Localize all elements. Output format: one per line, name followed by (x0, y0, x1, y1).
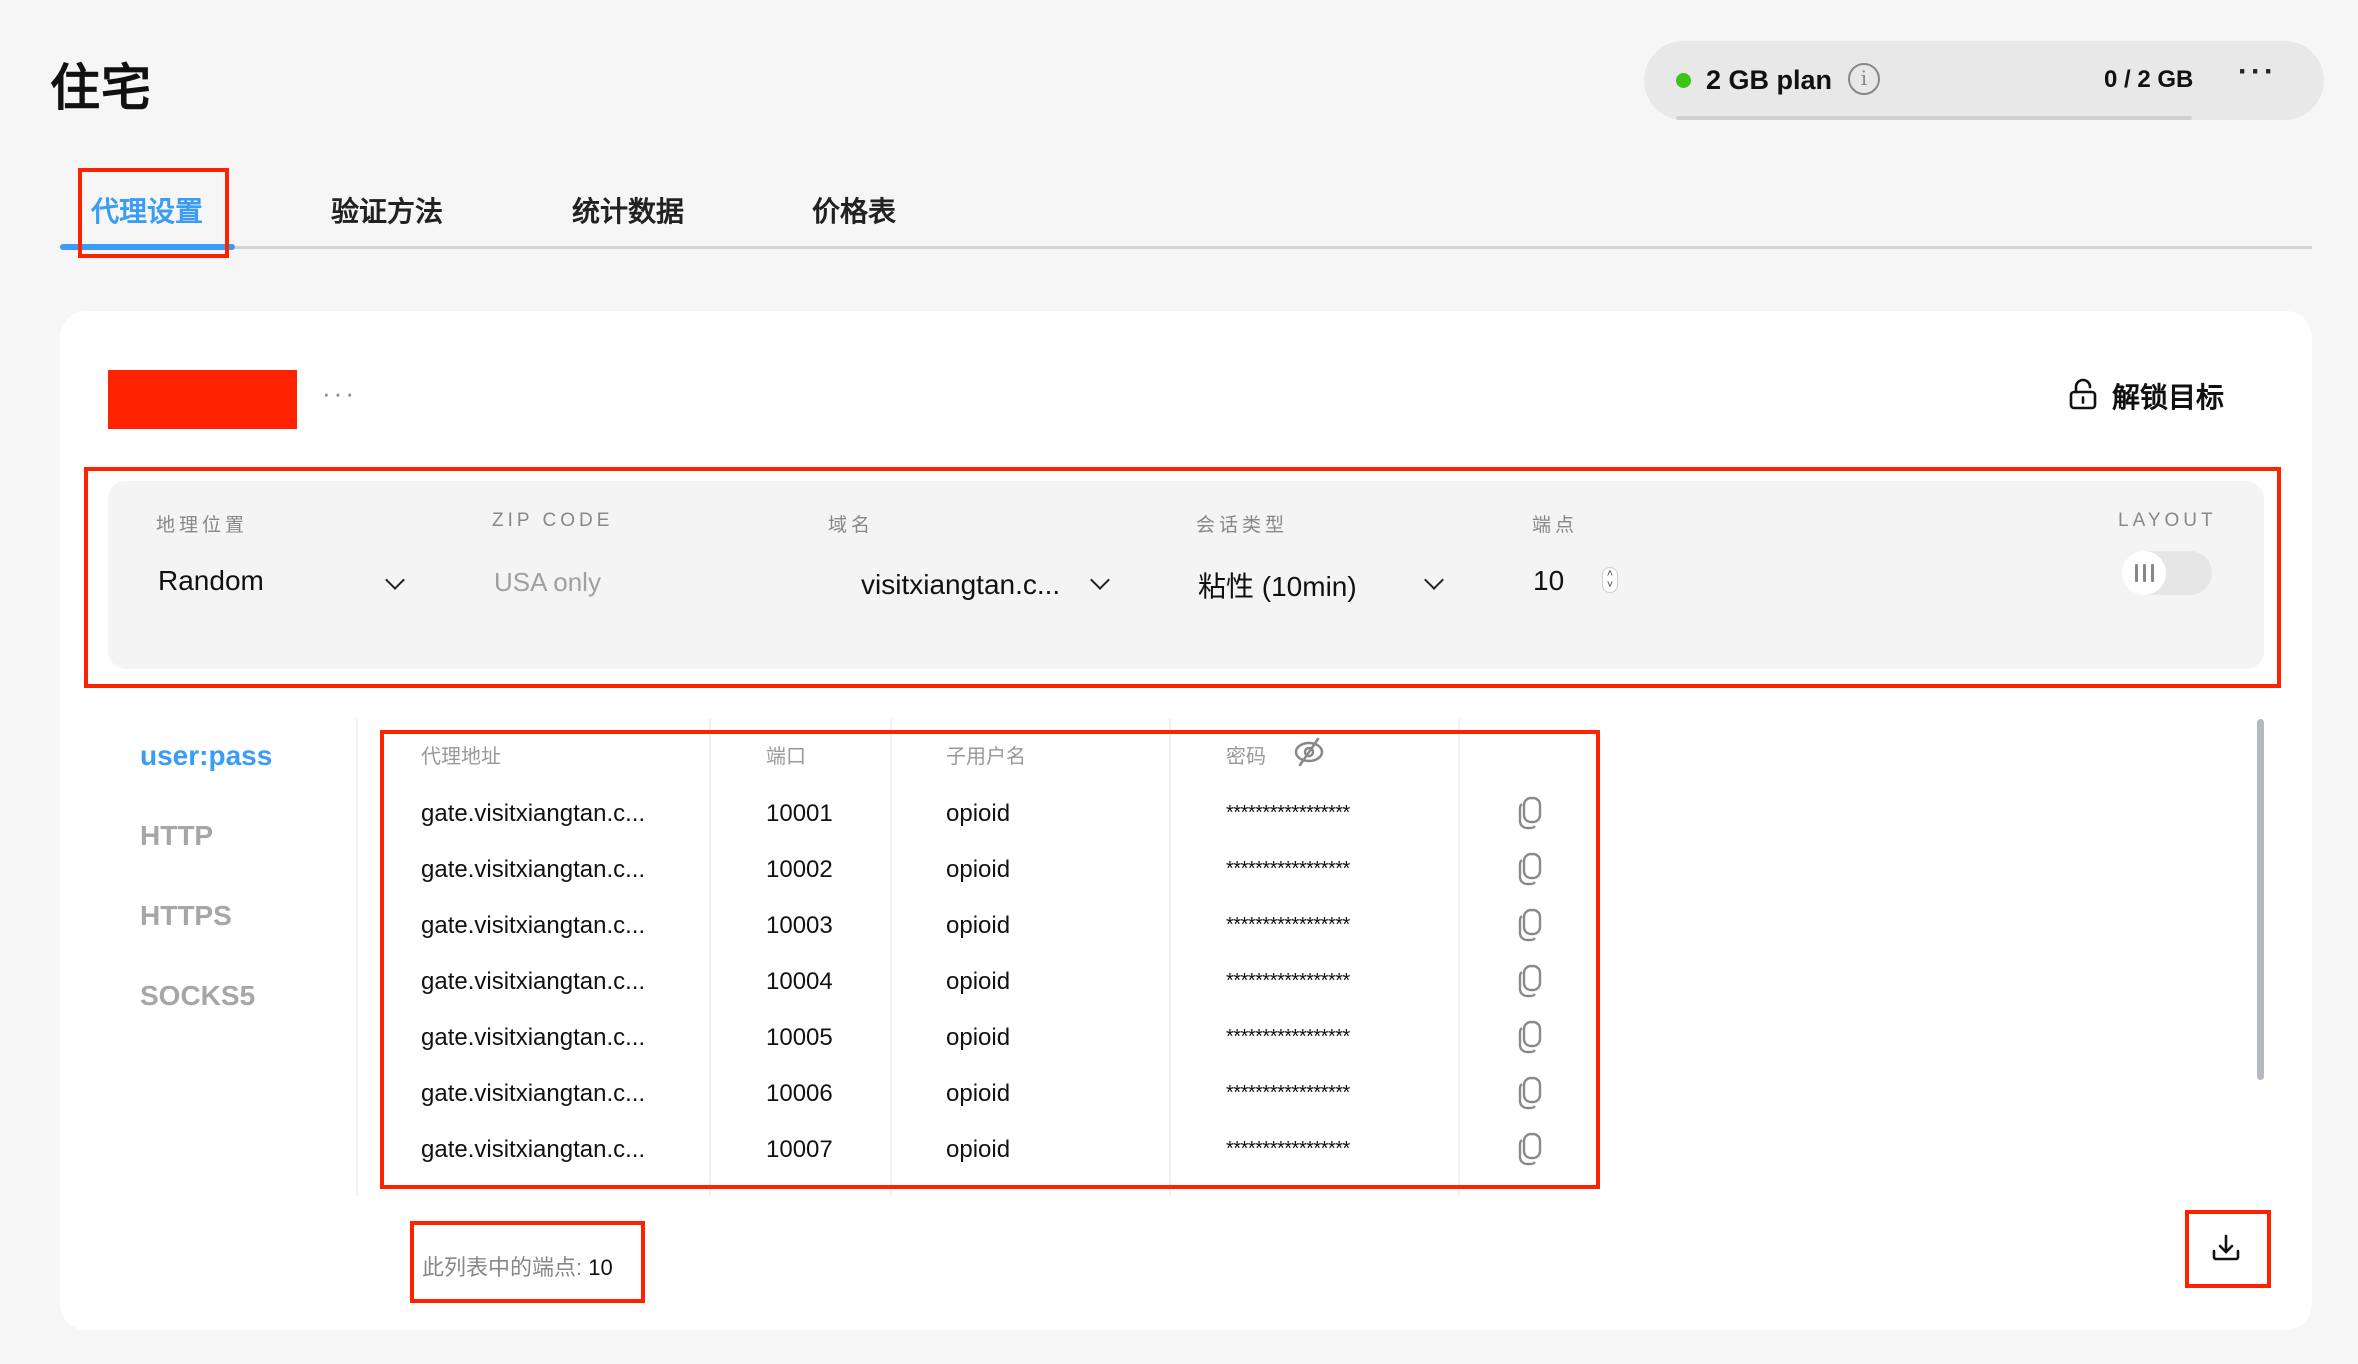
plan-usage: 0 / 2 GB (2104, 66, 2194, 93)
cell-address: gate.visitxiangtan.c... (421, 1024, 646, 1051)
endpoint-count-label: 此列表中的端点: (422, 1255, 589, 1280)
cell-username: opioid (946, 1080, 1011, 1107)
column-divider (890, 719, 892, 1196)
unlock-targets-label: 解锁目标 (2112, 382, 2225, 413)
unlock-icon (2068, 378, 2098, 415)
cell-address: gate.visitxiangtan.c... (421, 912, 646, 939)
copy-icon[interactable] (1516, 908, 1544, 947)
endpoints-label: 端点 (1532, 515, 1579, 536)
unlock-targets-button[interactable]: 解锁目标 (2068, 376, 2224, 416)
cell-password: ***************** (1226, 802, 1350, 824)
protocol-https[interactable]: HTTPS (140, 900, 232, 932)
cell-username: opioid (946, 856, 1011, 883)
layout-toggle-knob[interactable] (2122, 551, 2166, 595)
column-divider (709, 719, 711, 1196)
protocol-http[interactable]: HTTP (140, 820, 213, 852)
cell-port: 10005 (766, 1024, 833, 1051)
zip-input[interactable]: USA only (494, 567, 601, 598)
eye-off-icon[interactable] (1292, 737, 1326, 772)
tab-auth-method[interactable]: 验证方法 (331, 190, 443, 230)
geo-label: 地理位置 (156, 515, 249, 536)
endpoints-input[interactable]: 10 (1533, 565, 1564, 597)
more-horizontal-icon[interactable]: ··· (2238, 55, 2277, 89)
copy-icon[interactable] (1516, 796, 1544, 835)
tab-pricing[interactable]: 价格表 (812, 190, 896, 230)
cell-username: opioid (946, 968, 1011, 995)
filter-panel: 地理位置 Random ZIP CODE USA only 域名 visitxi… (108, 481, 2264, 669)
copy-icon[interactable] (1516, 964, 1544, 1003)
zip-label: ZIP CODE (492, 510, 614, 531)
plan-status-dot (1676, 73, 1691, 88)
endpoint-count-value: 10 (588, 1255, 613, 1280)
tab-statistics[interactable]: 统计数据 (572, 190, 684, 230)
proxy-card (60, 311, 2312, 1330)
plan-name: 2 GB plan (1706, 65, 1833, 95)
cell-username: opioid (946, 800, 1011, 827)
page-title: 住宅 (50, 60, 152, 116)
card-more-icon[interactable]: ··· (322, 378, 357, 409)
chevron-down-icon[interactable] (1424, 570, 1444, 590)
copy-icon[interactable] (1516, 852, 1544, 891)
copy-icon[interactable] (1516, 1020, 1544, 1059)
download-button[interactable] (2196, 1222, 2256, 1278)
cell-password: ***************** (1226, 914, 1350, 936)
cell-address: gate.visitxiangtan.c... (421, 968, 646, 995)
info-icon[interactable]: i (1848, 63, 1880, 95)
domain-label: 域名 (828, 515, 875, 536)
cell-password: ***************** (1226, 1026, 1350, 1048)
cell-address: gate.visitxiangtan.c... (421, 856, 646, 883)
session-label: 会话类型 (1196, 515, 1289, 536)
cell-password: ***************** (1226, 1082, 1350, 1104)
tab-proxy-settings[interactable]: 代理设置 (91, 190, 203, 230)
session-select[interactable]: 粘性 (10min) (1198, 565, 1357, 605)
protocol-user-pass[interactable]: user:pass (140, 740, 272, 772)
cell-port: 10006 (766, 1080, 833, 1107)
geo-select[interactable]: Random (158, 565, 264, 597)
plan-usage-bar (1676, 116, 2192, 120)
endpoint-count: 此列表中的端点: 10 (422, 1250, 613, 1282)
layout-toggle[interactable] (2122, 551, 2212, 595)
header-port: 端口 (766, 746, 806, 768)
cell-address: gate.visitxiangtan.c... (421, 1080, 646, 1107)
endpoints-stepper[interactable]: ˄ ˅ (1602, 567, 1618, 593)
redacted-name-block (108, 370, 297, 429)
layout-label: LAYOUT (2118, 510, 2217, 531)
cell-password: ***************** (1226, 1138, 1350, 1160)
active-tab-indicator (60, 244, 235, 250)
protocol-socks5[interactable]: SOCKS5 (140, 980, 255, 1012)
chevron-down-icon[interactable] (1090, 570, 1110, 590)
cell-port: 10003 (766, 912, 833, 939)
cell-port: 10004 (766, 968, 833, 995)
cell-address: gate.visitxiangtan.c... (421, 1136, 646, 1163)
cell-username: opioid (946, 1136, 1011, 1163)
domain-select[interactable]: visitxiangtan.c... (861, 569, 1060, 601)
column-divider (1169, 719, 1171, 1196)
plan-pill: 2 GB plan i 0 / 2 GB ··· (1644, 41, 2324, 120)
tabs-divider (60, 246, 2312, 249)
header-username: 子用户名 (946, 746, 1026, 768)
protocol-divider (356, 719, 358, 1196)
download-icon (2211, 1233, 2241, 1268)
column-divider (1458, 719, 1460, 1196)
header-address: 代理地址 (421, 746, 501, 768)
cell-address: gate.visitxiangtan.c... (421, 800, 646, 827)
copy-icon[interactable] (1516, 1076, 1544, 1115)
cell-password: ***************** (1226, 970, 1350, 992)
copy-icon[interactable] (1516, 1132, 1544, 1171)
chevron-down-icon[interactable] (385, 570, 405, 590)
cell-port: 10007 (766, 1136, 833, 1163)
table-scrollbar[interactable] (2257, 719, 2264, 1080)
header-password: 密码 (1226, 746, 1266, 768)
cell-password: ***************** (1226, 858, 1350, 880)
cell-port: 10001 (766, 800, 833, 827)
cell-username: opioid (946, 1024, 1011, 1051)
cell-port: 10002 (766, 856, 833, 883)
cell-username: opioid (946, 912, 1011, 939)
